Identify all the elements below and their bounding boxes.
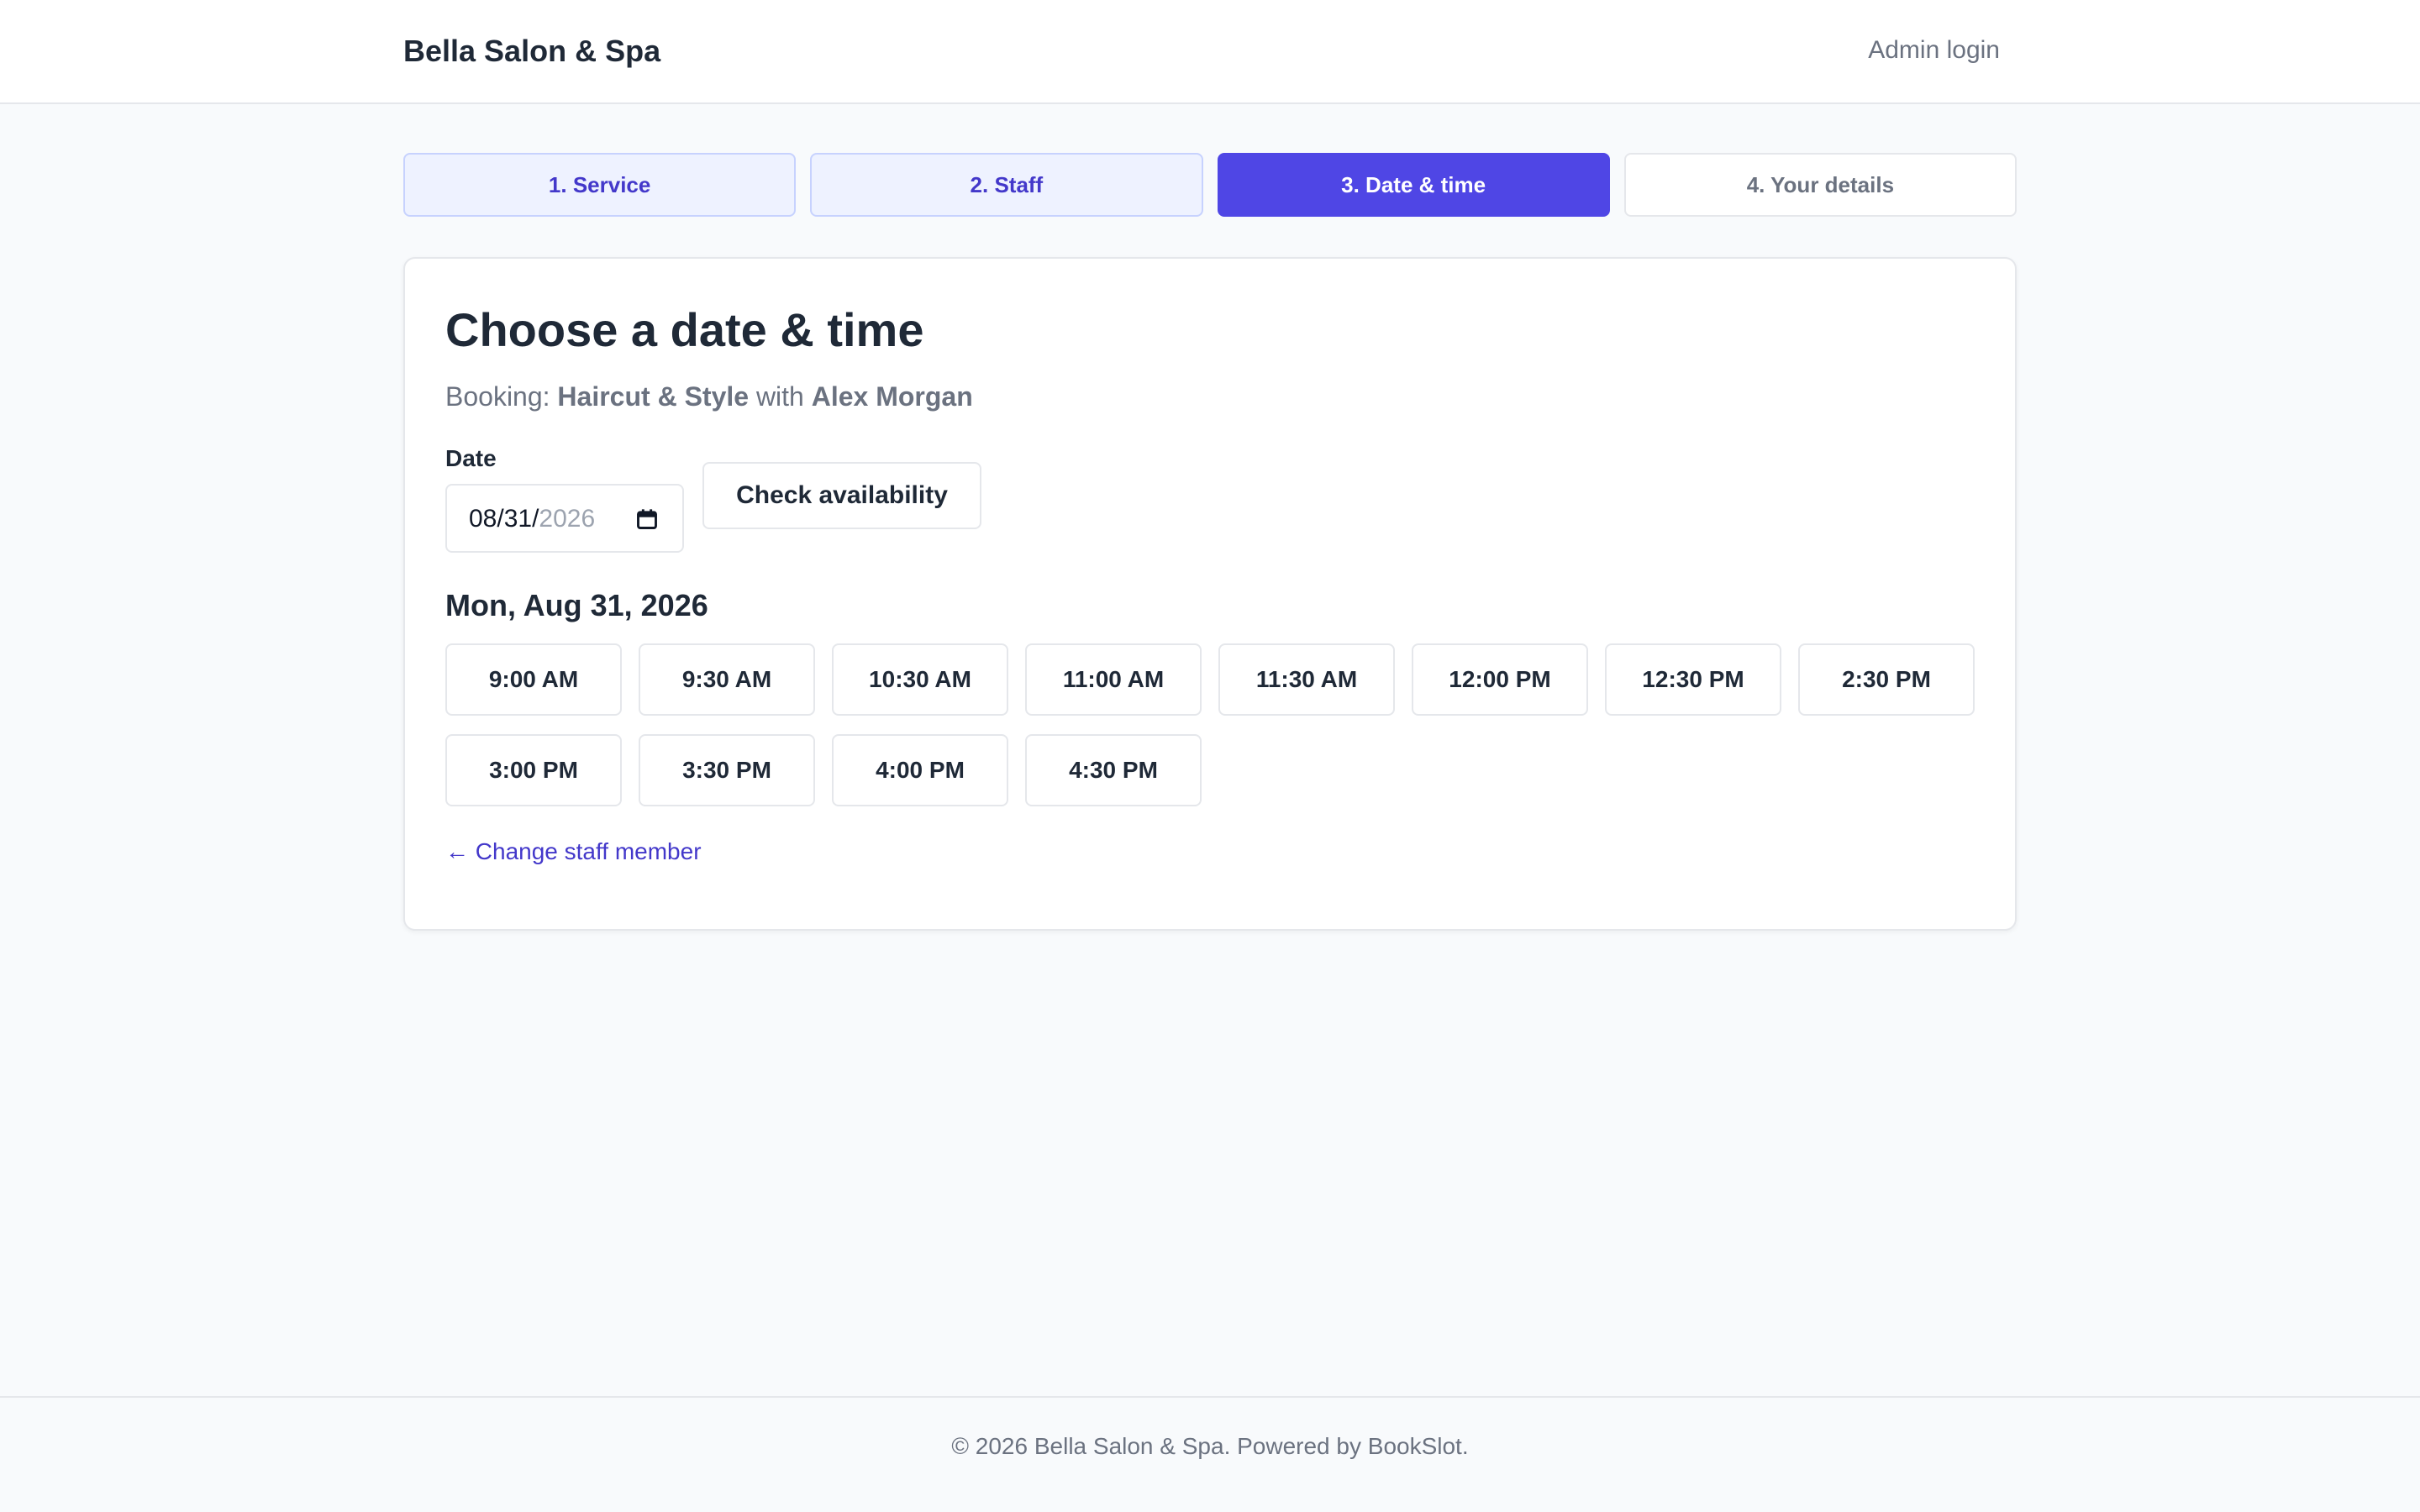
booking-prefix: Booking: — [445, 381, 550, 412]
time-slot-button[interactable]: 3:30 PM — [639, 734, 815, 806]
page-footer: © 2026 Bella Salon & Spa. Powered by Boo… — [0, 1396, 2420, 1512]
time-slot-grid: 9:00 AM 9:30 AM 10:30 AM 11:00 AM 11:30 … — [445, 643, 1978, 806]
time-slot-button[interactable]: 2:30 PM — [1798, 643, 1975, 716]
selected-date-heading: Mon, Aug 31, 2026 — [445, 588, 708, 622]
time-slot-button[interactable]: 4:30 PM — [1025, 734, 1202, 806]
step-service[interactable]: 1. Service — [403, 153, 797, 217]
time-slot-button[interactable]: 9:30 AM — [639, 643, 815, 716]
date-label: Date — [445, 445, 497, 471]
time-slot-button[interactable]: 11:00 AM — [1025, 643, 1202, 716]
time-slot-button[interactable]: 4:00 PM — [832, 734, 1008, 806]
top-navbar: Bella Salon & Spa Admin login — [0, 0, 2420, 104]
date-input-value[interactable]: 08/31/2026 — [469, 502, 595, 536]
step-staff[interactable]: 2. Staff — [810, 153, 1203, 217]
date-input[interactable]: 08/31/2026 — [445, 484, 684, 553]
booking-service: Haircut & Style — [557, 381, 750, 412]
date-month-day[interactable]: 08/31/ — [469, 505, 539, 533]
change-staff-link[interactable]: ← Change staff member — [445, 835, 702, 869]
date-year[interactable]: 2026 — [539, 505, 595, 533]
booking-steps: 1. Service 2. Staff 3. Date & time 4. Yo… — [403, 153, 2017, 217]
calendar-icon[interactable] — [635, 507, 659, 531]
booking-summary: Booking: Haircut & Style with Alex Morga… — [445, 378, 973, 415]
time-slot-button[interactable]: 12:00 PM — [1412, 643, 1588, 716]
page-title: Choose a date & time — [445, 303, 924, 356]
time-slot-button[interactable]: 9:00 AM — [445, 643, 622, 716]
booking-staff: Alex Morgan — [811, 381, 973, 412]
time-slot-button[interactable]: 3:00 PM — [445, 734, 622, 806]
brand-name[interactable]: Bella Salon & Spa — [403, 30, 660, 72]
time-slot-button[interactable]: 12:30 PM — [1605, 643, 1781, 716]
check-availability-button[interactable]: Check availability — [702, 462, 981, 529]
date-time-card: Choose a date & time Booking: Haircut & … — [403, 257, 2017, 931]
time-slot-button[interactable]: 11:30 AM — [1218, 643, 1395, 716]
step-your-details: 4. Your details — [1623, 153, 2017, 217]
footer-text: © 2026 Bella Salon & Spa. Powered by Boo… — [951, 1433, 1469, 1459]
step-date-time[interactable]: 3. Date & time — [1217, 153, 1610, 217]
admin-login-link[interactable]: Admin login — [1868, 32, 2000, 69]
time-slot-button[interactable]: 10:30 AM — [832, 643, 1008, 716]
booking-with: with — [755, 381, 804, 412]
